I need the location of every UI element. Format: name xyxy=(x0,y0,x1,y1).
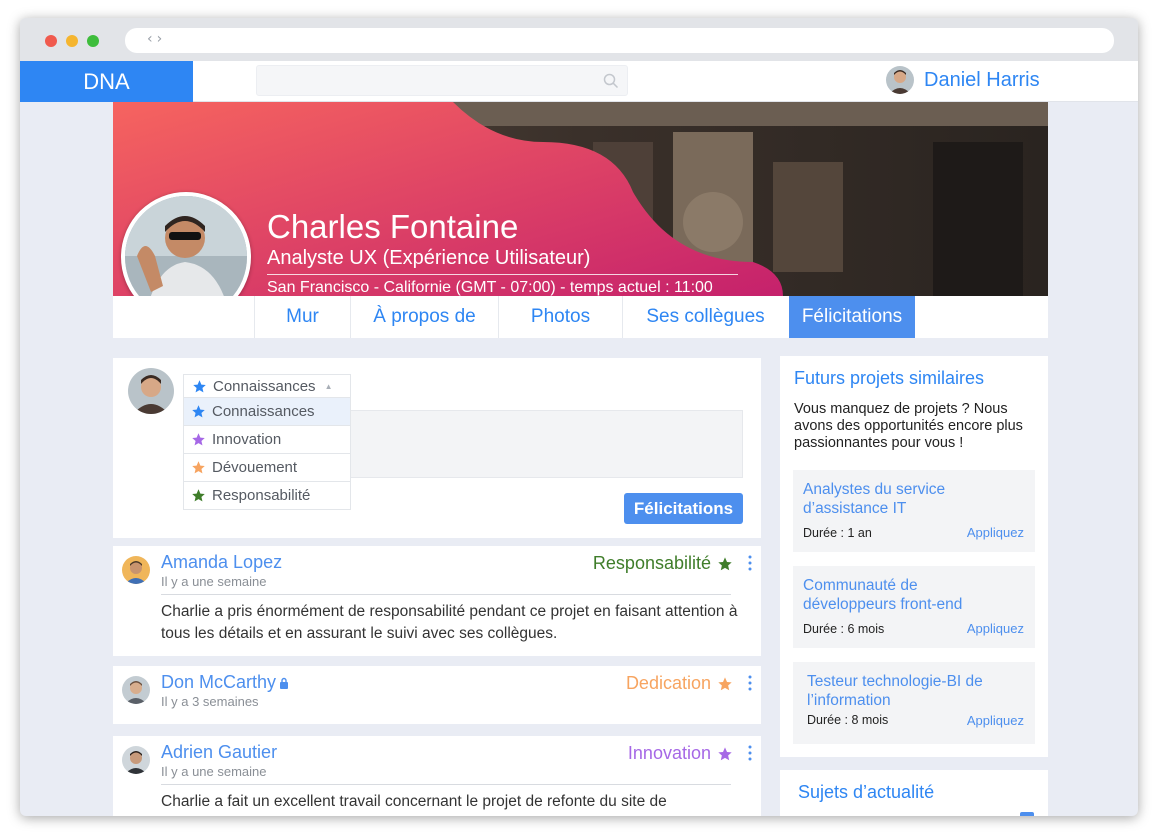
similar-projects-panel: Futurs projets similaires Vous manquez d… xyxy=(780,356,1048,757)
profile-divider xyxy=(267,274,738,275)
dropdown-option-knowledge[interactable]: Connaissances xyxy=(183,398,351,426)
current-user[interactable]: Daniel Harris xyxy=(886,66,1040,94)
profile-name: Charles Fontaine xyxy=(267,208,519,245)
more-vertical-icon[interactable] xyxy=(748,675,752,691)
kudos-post: Amanda Lopez Il y a une semaine Responsa… xyxy=(113,546,761,656)
app-header: DNA Daniel Harris xyxy=(20,61,1138,102)
tab-wall[interactable]: Mur xyxy=(254,296,350,338)
tab-kudos[interactable]: Félicitations xyxy=(789,296,915,338)
post-time: Il y a une semaine xyxy=(161,764,267,779)
project-title[interactable]: Communauté de développeurs front-end xyxy=(803,576,988,614)
more-vertical-icon[interactable] xyxy=(748,555,752,571)
address-bar[interactable]: ‹› xyxy=(125,28,1114,53)
star-icon xyxy=(192,489,205,502)
user-name[interactable]: Daniel Harris xyxy=(924,69,1040,92)
avatar[interactable] xyxy=(122,556,150,584)
star-icon xyxy=(718,676,732,690)
kudos-badge: Responsabilité xyxy=(593,553,733,574)
post-body: Charlie a fait un excellent travail conc… xyxy=(161,793,667,810)
profile-heading: Charles Fontaine Analyste UX (Expérience… xyxy=(267,208,738,298)
project-title[interactable]: Testeur technologie-BI de l’information xyxy=(807,672,992,710)
back-forward-icon[interactable]: ‹› xyxy=(147,31,166,47)
project-title[interactable]: Analystes du service d’assistance IT xyxy=(803,480,988,518)
apply-link[interactable]: Appliquez xyxy=(967,621,1024,636)
apply-link[interactable]: Appliquez xyxy=(967,525,1024,540)
star-icon xyxy=(193,379,206,392)
post-time: Il y a 3 semaines xyxy=(161,694,259,709)
browser-window: ‹› DNA Daniel Harris Charles Fontaine An… xyxy=(20,18,1138,816)
star-icon xyxy=(718,746,732,760)
kudos-composer: Connaissances ▲ Connaissances Innovation… xyxy=(113,358,761,538)
post-divider xyxy=(161,784,731,785)
project-duration: Durée : 6 mois xyxy=(803,622,885,636)
kudos-badge: Dedication xyxy=(626,673,733,694)
dropdown-selected[interactable]: Connaissances ▲ xyxy=(183,374,351,398)
dropdown-option-label: Innovation xyxy=(212,431,282,448)
dropdown-option-responsibility[interactable]: Responsabilité xyxy=(183,482,351,510)
profile-tabs: Mur À propos de Photos Ses collègues Fél… xyxy=(113,296,1048,338)
avatar[interactable] xyxy=(122,676,150,704)
project-card[interactable]: Testeur technologie-BI de l’information … xyxy=(793,662,1035,744)
profile-location: San Francisco - Californie (GMT - 07:00)… xyxy=(267,279,713,296)
apply-link[interactable]: Appliquez xyxy=(967,713,1024,728)
close-window-button[interactable] xyxy=(45,35,57,47)
dropdown-option-label: Connaissances xyxy=(212,403,315,420)
post-author[interactable]: Don McCarthy xyxy=(161,672,289,693)
dropdown-option-dedication[interactable]: Dévouement xyxy=(183,454,351,482)
star-icon xyxy=(192,405,205,418)
project-duration: Durée : 1 an xyxy=(803,526,872,540)
project-card[interactable]: Analystes du service d’assistance IT Dur… xyxy=(793,470,1035,552)
project-card[interactable]: Communauté de développeurs front-end Dur… xyxy=(793,566,1035,648)
search-input[interactable] xyxy=(256,65,628,96)
dropdown-selected-label: Connaissances xyxy=(213,377,316,395)
caret-up-icon: ▲ xyxy=(324,381,333,391)
kudos-post: Don McCarthy Il y a 3 semaines Dedicatio… xyxy=(113,666,761,724)
post-divider xyxy=(161,594,731,595)
browser-chrome: ‹› xyxy=(20,18,1138,61)
maximize-window-button[interactable] xyxy=(87,35,99,47)
app-logo[interactable]: DNA xyxy=(20,61,193,102)
send-kudos-button[interactable]: Félicitations xyxy=(624,493,743,524)
search-icon[interactable] xyxy=(603,73,619,89)
project-duration: Durée : 8 mois xyxy=(807,713,889,727)
lock-icon xyxy=(280,677,289,689)
profile-role: Analyste UX (Expérience Utilisateur) xyxy=(267,247,591,269)
tab-about[interactable]: À propos de xyxy=(350,296,498,338)
panel-title: Sujets d’actualité xyxy=(798,782,935,802)
dropdown-option-label: Dévouement xyxy=(212,459,298,476)
tab-colleagues[interactable]: Ses collègues xyxy=(622,296,788,338)
post-time: Il y a une semaine xyxy=(161,574,267,589)
star-icon xyxy=(718,556,732,570)
kudos-post: Adrien Gautier Il y a une semaine Innova… xyxy=(113,736,761,816)
kudos-category-select[interactable]: Connaissances ▲ Connaissances Innovation… xyxy=(183,374,351,510)
more-vertical-icon[interactable] xyxy=(748,745,752,761)
avatar[interactable] xyxy=(128,368,174,414)
star-icon xyxy=(192,461,205,474)
trending-topics-panel: Sujets d’actualité xyxy=(780,770,1048,816)
post-author[interactable]: Amanda Lopez xyxy=(161,552,282,573)
avatar[interactable] xyxy=(886,66,914,94)
star-icon xyxy=(192,433,205,446)
tab-photos[interactable]: Photos xyxy=(498,296,622,338)
post-author[interactable]: Adrien Gautier xyxy=(161,742,277,763)
dropdown-option-innovation[interactable]: Innovation xyxy=(183,426,351,454)
panel-description: Vous manquez de projets ? Nous avons des… xyxy=(794,401,1023,451)
dropdown-option-label: Responsabilité xyxy=(212,487,311,504)
trending-indicator xyxy=(1020,812,1034,816)
minimize-window-button[interactable] xyxy=(66,35,78,47)
avatar[interactable] xyxy=(122,746,150,774)
post-body: Charlie a pris énormément de responsabil… xyxy=(161,603,738,642)
kudos-badge: Innovation xyxy=(628,743,733,764)
panel-title: Futurs projets similaires xyxy=(794,368,985,388)
